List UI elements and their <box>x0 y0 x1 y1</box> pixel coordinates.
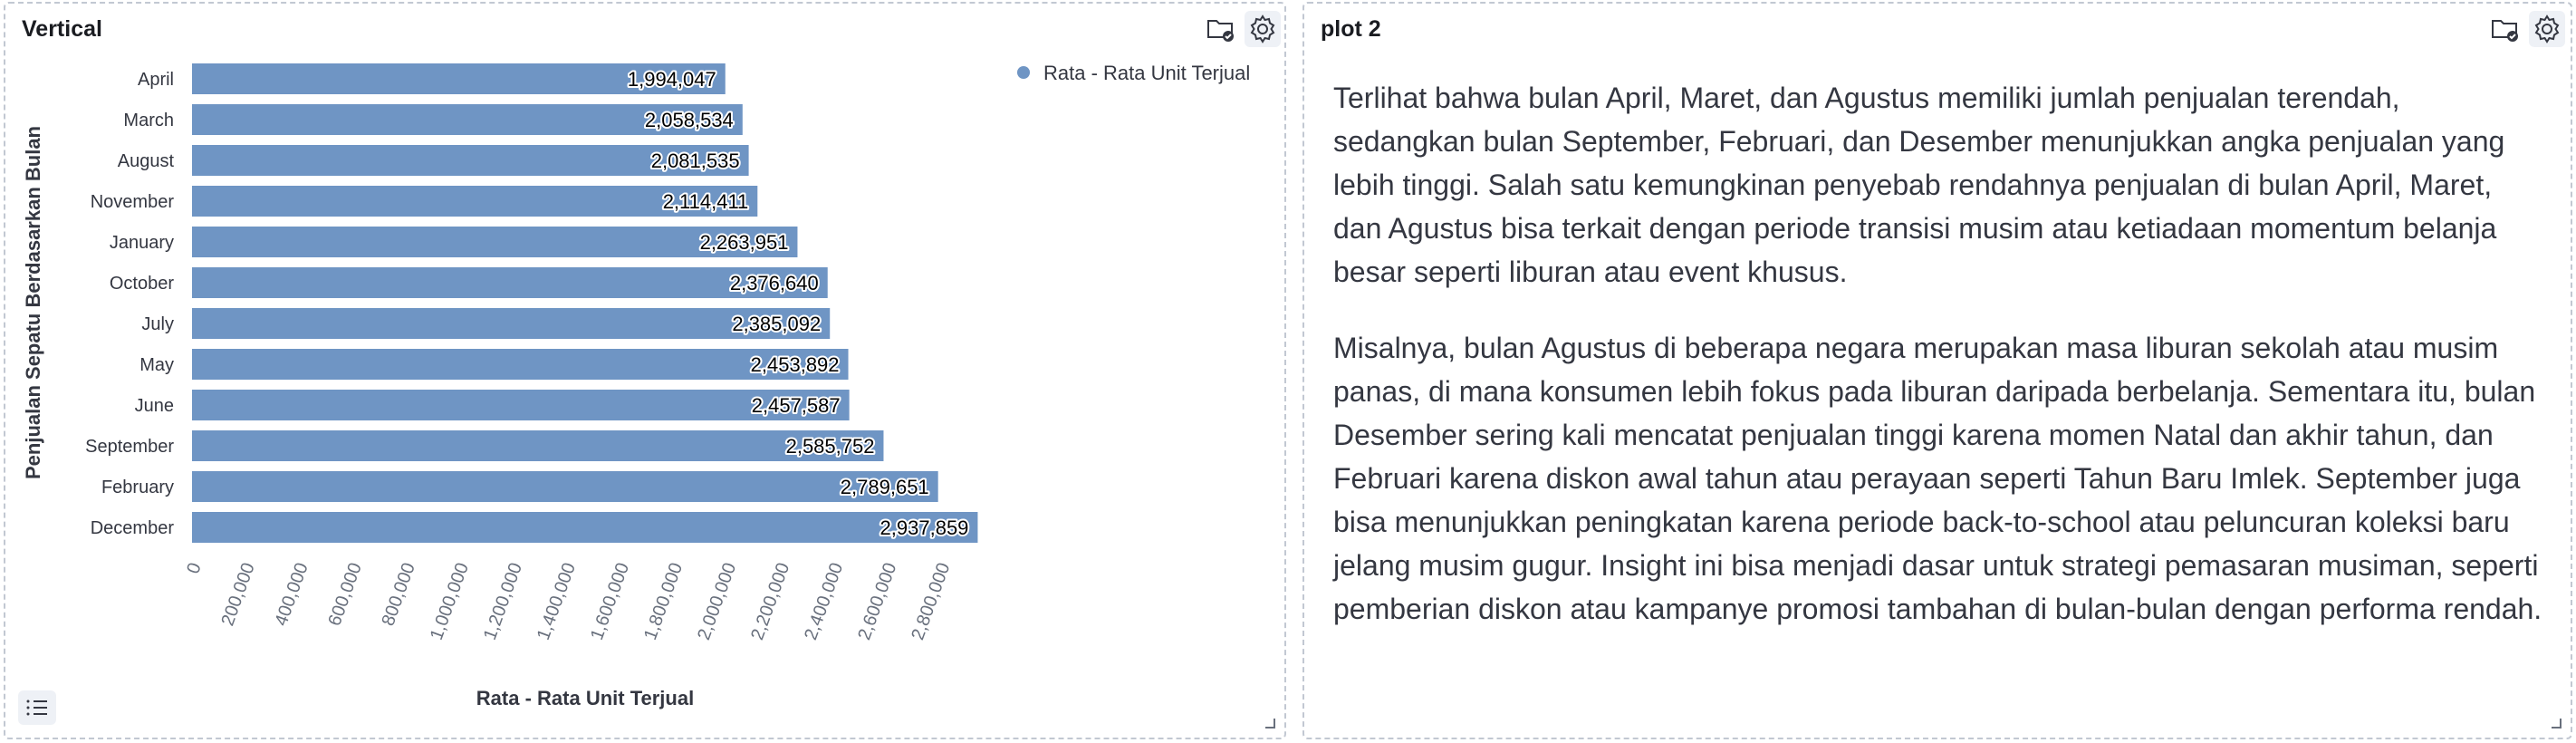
data-label: 2,453,892 <box>751 353 840 376</box>
x-tick-label: 1,600,000 <box>587 560 633 642</box>
x-tick-label: 1,800,000 <box>640 560 687 642</box>
x-tick-label: 2,400,000 <box>801 560 847 642</box>
y-tick-label: April <box>138 70 174 90</box>
data-label: 2,376,640 <box>730 272 819 294</box>
y-tick-label: October <box>110 274 174 294</box>
y-tick-label: November <box>91 192 175 212</box>
y-tick-label: August <box>118 151 175 171</box>
y-tick-label: December <box>91 518 175 538</box>
x-tick-label: 1,200,000 <box>480 560 526 642</box>
y-axis-title: Penjualan Sepatu Berdasarkan Bulan <box>22 126 44 479</box>
y-tick-label: September <box>85 437 174 457</box>
bar-chart: April 1,994,047 March 2,058,534 August 2,081,… <box>22 62 1250 709</box>
panel-title: plot 2 <box>1321 16 1381 42</box>
resize-corner-icon[interactable] <box>2549 716 2562 729</box>
data-label: 2,585,752 <box>786 435 875 458</box>
bar <box>192 471 938 502</box>
legend-dot <box>1017 66 1030 79</box>
markdown-text: Terlihat bahwa bulan April, Maret, dan A… <box>1333 76 2547 663</box>
y-tick-label: January <box>110 233 174 253</box>
y-tick-label: February <box>101 478 174 497</box>
x-tick-label: 800,000 <box>379 560 419 628</box>
data-label: 2,789,651 <box>841 476 929 498</box>
resize-corner-icon[interactable] <box>1263 716 1275 729</box>
y-tick-label: June <box>135 396 174 416</box>
x-tick-label: 0 <box>183 560 205 576</box>
x-tick-label: 2,000,000 <box>694 560 740 642</box>
x-tick-label: 2,600,000 <box>854 560 900 642</box>
x-tick-label: 2,800,000 <box>908 560 954 642</box>
legend-label: Rata - Rata Unit Terjual <box>1043 62 1250 84</box>
text-panel: plot 2 Terlihat bahwa bulan April, Maret… <box>1302 2 2572 739</box>
x-tick-label: 2,200,000 <box>747 560 793 642</box>
data-label: 2,114,411 <box>663 190 749 213</box>
data-label: 2,457,587 <box>752 394 841 417</box>
x-tick-label: 1,400,000 <box>533 560 580 642</box>
x-tick-label: 600,000 <box>324 560 365 628</box>
x-tick-label: 1,000,000 <box>427 560 473 642</box>
data-label: 1,994,047 <box>628 68 716 91</box>
data-label: 2,263,951 <box>700 231 789 254</box>
data-label: 2,058,534 <box>645 109 734 131</box>
bar <box>192 430 884 461</box>
x-tick-label: 400,000 <box>271 560 312 628</box>
data-label: 2,937,859 <box>880 516 969 539</box>
y-tick-label: July <box>141 314 174 334</box>
bar <box>192 512 978 543</box>
gear-icon[interactable] <box>2529 11 2565 47</box>
paragraph: Misalnya, bulan Agustus di beberapa nega… <box>1333 332 2542 625</box>
y-tick-label: May <box>139 355 174 375</box>
folder-check-icon[interactable] <box>2487 11 2523 47</box>
paragraph: Terlihat bahwa bulan April, Maret, dan A… <box>1333 82 2505 288</box>
y-tick-label: March <box>123 111 174 130</box>
chart-panel: Vertical April 1,994,047 March 2,058,534 Aug… <box>4 2 1286 739</box>
data-label: 2,385,092 <box>732 313 821 335</box>
data-label: 2,081,535 <box>651 150 740 172</box>
list-icon[interactable] <box>18 690 56 725</box>
x-axis-title: Rata - Rata Unit Terjual <box>476 687 694 709</box>
x-tick-label: 200,000 <box>217 560 258 628</box>
